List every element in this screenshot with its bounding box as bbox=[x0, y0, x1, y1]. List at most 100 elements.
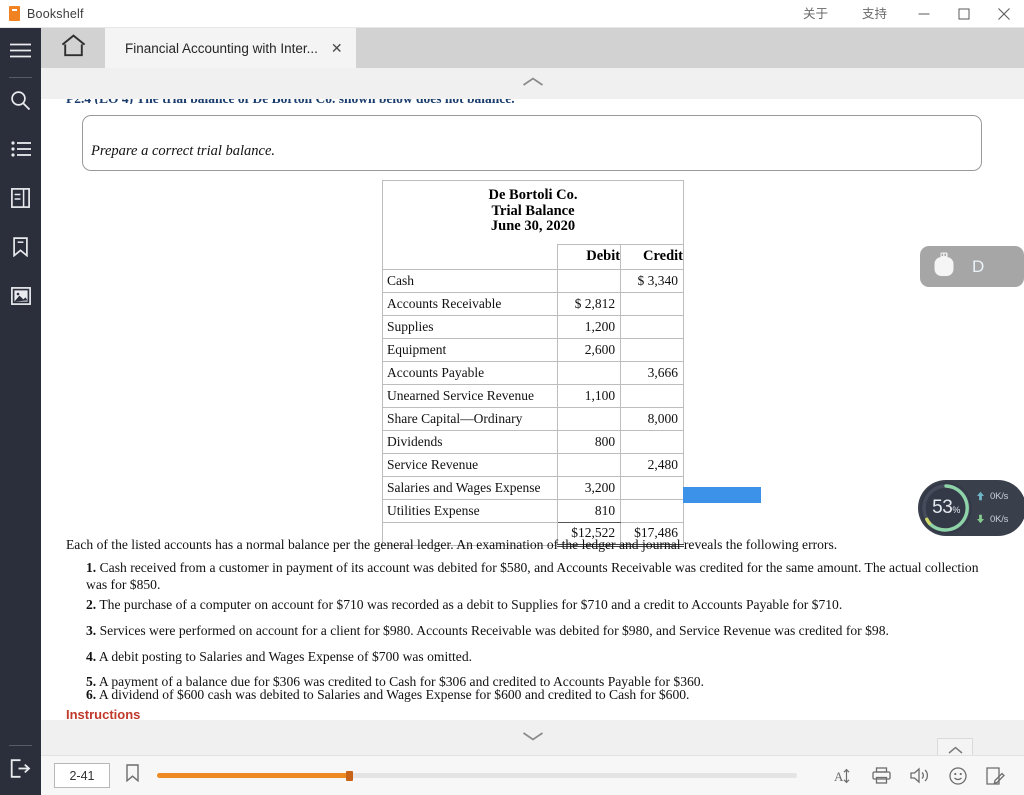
table-row: Accounts Payable 3,666 bbox=[381, 360, 684, 385]
tab-strip: Financial Accounting with Inter... ✕ bbox=[41, 28, 1024, 68]
app-title: Bookshelf bbox=[27, 6, 84, 21]
note-edit-icon[interactable] bbox=[986, 766, 1005, 785]
row-credit bbox=[620, 429, 684, 454]
table-header-row: Debit Credit bbox=[382, 243, 684, 270]
row-account: Service Revenue bbox=[381, 452, 559, 477]
bookshelf-logo-icon bbox=[9, 6, 20, 21]
upload-rate: 0K/s bbox=[990, 491, 1009, 502]
download-rate-row: 0K/s bbox=[976, 511, 1008, 529]
minimize-button[interactable] bbox=[904, 0, 944, 28]
cpu-percent-number: 53 bbox=[932, 497, 953, 518]
font-size-icon[interactable]: A bbox=[834, 768, 853, 784]
row-account: Salaries and Wages Expense bbox=[381, 475, 559, 500]
table-row: Cash $ 3,340 bbox=[381, 268, 684, 293]
menu-support[interactable]: 支持 bbox=[845, 0, 904, 28]
usb-drive-icon bbox=[933, 252, 955, 282]
row-credit bbox=[620, 498, 684, 523]
footer-bookmark-button[interactable] bbox=[126, 764, 139, 787]
sidebar-item-menu[interactable] bbox=[0, 28, 41, 77]
app-brand: Bookshelf bbox=[0, 6, 84, 21]
header-credit: Credit bbox=[620, 243, 684, 270]
progress-thumb[interactable] bbox=[346, 771, 353, 781]
row-debit bbox=[557, 452, 622, 477]
tab-close-icon[interactable]: ✕ bbox=[331, 41, 343, 55]
row-credit bbox=[620, 291, 684, 316]
home-icon bbox=[61, 34, 86, 62]
page-number-value: 2-41 bbox=[69, 768, 95, 783]
header-account bbox=[382, 244, 559, 270]
lead-paragraph: Each of the listed accounts has a normal… bbox=[66, 537, 838, 552]
row-credit: 2,480 bbox=[620, 452, 684, 477]
row-account: Unearned Service Revenue bbox=[381, 383, 559, 408]
chevron-up-icon[interactable] bbox=[522, 75, 544, 93]
error-item-1: 1. Cash received from a customer in paym… bbox=[86, 559, 996, 593]
close-button[interactable] bbox=[984, 0, 1024, 28]
error-item-4: 4. A debit posting to Salaries and Wages… bbox=[86, 648, 996, 665]
sidebar-item-search[interactable] bbox=[0, 78, 41, 127]
image-icon bbox=[10, 287, 31, 310]
reading-progress-slider[interactable] bbox=[157, 771, 797, 781]
selection-highlight bbox=[683, 487, 761, 503]
exit-icon bbox=[10, 758, 31, 783]
bookmark-icon bbox=[126, 764, 139, 787]
table-row: Service Revenue 2,480 bbox=[381, 452, 684, 477]
error-text: Services were performed on account for a… bbox=[99, 623, 889, 638]
row-account: Dividends bbox=[381, 429, 559, 454]
cpu-percent-value: 53% bbox=[932, 497, 960, 519]
network-rates: 0K/s 0K/s bbox=[972, 488, 1008, 529]
row-credit: $ 3,340 bbox=[620, 268, 684, 293]
chevron-down-icon[interactable] bbox=[522, 729, 544, 747]
hamburger-icon bbox=[10, 43, 31, 63]
table-title-cell: De Bortoli Co. Trial Balance June 30, 20… bbox=[383, 181, 684, 245]
error-text: The purchase of a computer on account fo… bbox=[99, 597, 843, 612]
header-debit: Debit bbox=[557, 243, 622, 270]
company-name: De Bortoli Co. bbox=[488, 187, 578, 203]
row-account: Supplies bbox=[381, 314, 559, 339]
tab-label: Financial Accounting with Inter... bbox=[125, 40, 318, 56]
print-icon[interactable] bbox=[872, 767, 891, 784]
error-text: A dividend of $600 cash was debited to S… bbox=[98, 687, 690, 702]
page-number-input[interactable]: 2-41 bbox=[54, 763, 110, 788]
maximize-button[interactable] bbox=[944, 0, 984, 28]
menu-about[interactable]: 关于 bbox=[786, 0, 845, 28]
row-debit bbox=[557, 406, 622, 431]
home-button[interactable] bbox=[41, 28, 105, 68]
row-credit bbox=[620, 314, 684, 339]
instructions-heading: Instructions bbox=[66, 707, 141, 720]
document-page: P2.4 (LO 4) The trial balance of De Bort… bbox=[41, 99, 1024, 720]
system-monitor-widget[interactable]: 53% 0K/s 0K/s bbox=[918, 480, 1024, 536]
top-collapse-bar bbox=[41, 68, 1024, 99]
notebook-icon bbox=[11, 188, 30, 213]
progress-fill bbox=[157, 773, 349, 778]
row-debit bbox=[557, 268, 622, 293]
cpu-gauge: 53% bbox=[920, 482, 972, 534]
download-rate: 0K/s bbox=[990, 514, 1009, 525]
read-aloud-icon[interactable] bbox=[910, 767, 930, 784]
row-debit bbox=[557, 360, 622, 385]
error-item-6: 6. A dividend of $600 cash was debited t… bbox=[86, 686, 996, 703]
table-title-row: De Bortoli Co. Trial Balance June 30, 20… bbox=[383, 181, 684, 245]
error-text: Cash received from a customer in payment… bbox=[86, 560, 979, 592]
sidebar-item-sign-out[interactable] bbox=[0, 746, 41, 795]
sidebar-item-contents[interactable] bbox=[0, 127, 41, 176]
row-debit: $ 2,812 bbox=[557, 291, 622, 316]
row-account: Accounts Payable bbox=[381, 360, 559, 385]
error-number: 2. bbox=[86, 597, 97, 612]
exercise-heading: P2.4 (LO 4) The trial balance of De Bort… bbox=[66, 99, 566, 104]
tab-financial-accounting[interactable]: Financial Accounting with Inter... ✕ bbox=[105, 28, 356, 68]
usb-overlay[interactable]: D bbox=[920, 246, 1024, 287]
statement-name: Trial Balance bbox=[491, 202, 575, 219]
sidebar-item-notes[interactable] bbox=[0, 176, 41, 225]
row-debit: 2,600 bbox=[557, 337, 622, 362]
bookmark-icon bbox=[13, 237, 28, 262]
row-debit: 800 bbox=[557, 429, 622, 454]
sidebar-item-figures[interactable] bbox=[0, 274, 41, 323]
sidebar-item-bookmarks[interactable] bbox=[0, 225, 41, 274]
row-credit bbox=[620, 383, 684, 408]
row-debit: 810 bbox=[557, 498, 622, 523]
feedback-icon[interactable] bbox=[949, 766, 967, 785]
table-row: Share Capital—Ordinary 8,000 bbox=[381, 406, 684, 431]
row-debit: 3,200 bbox=[557, 475, 622, 500]
list-icon bbox=[10, 141, 31, 162]
percent-symbol: % bbox=[952, 505, 960, 515]
